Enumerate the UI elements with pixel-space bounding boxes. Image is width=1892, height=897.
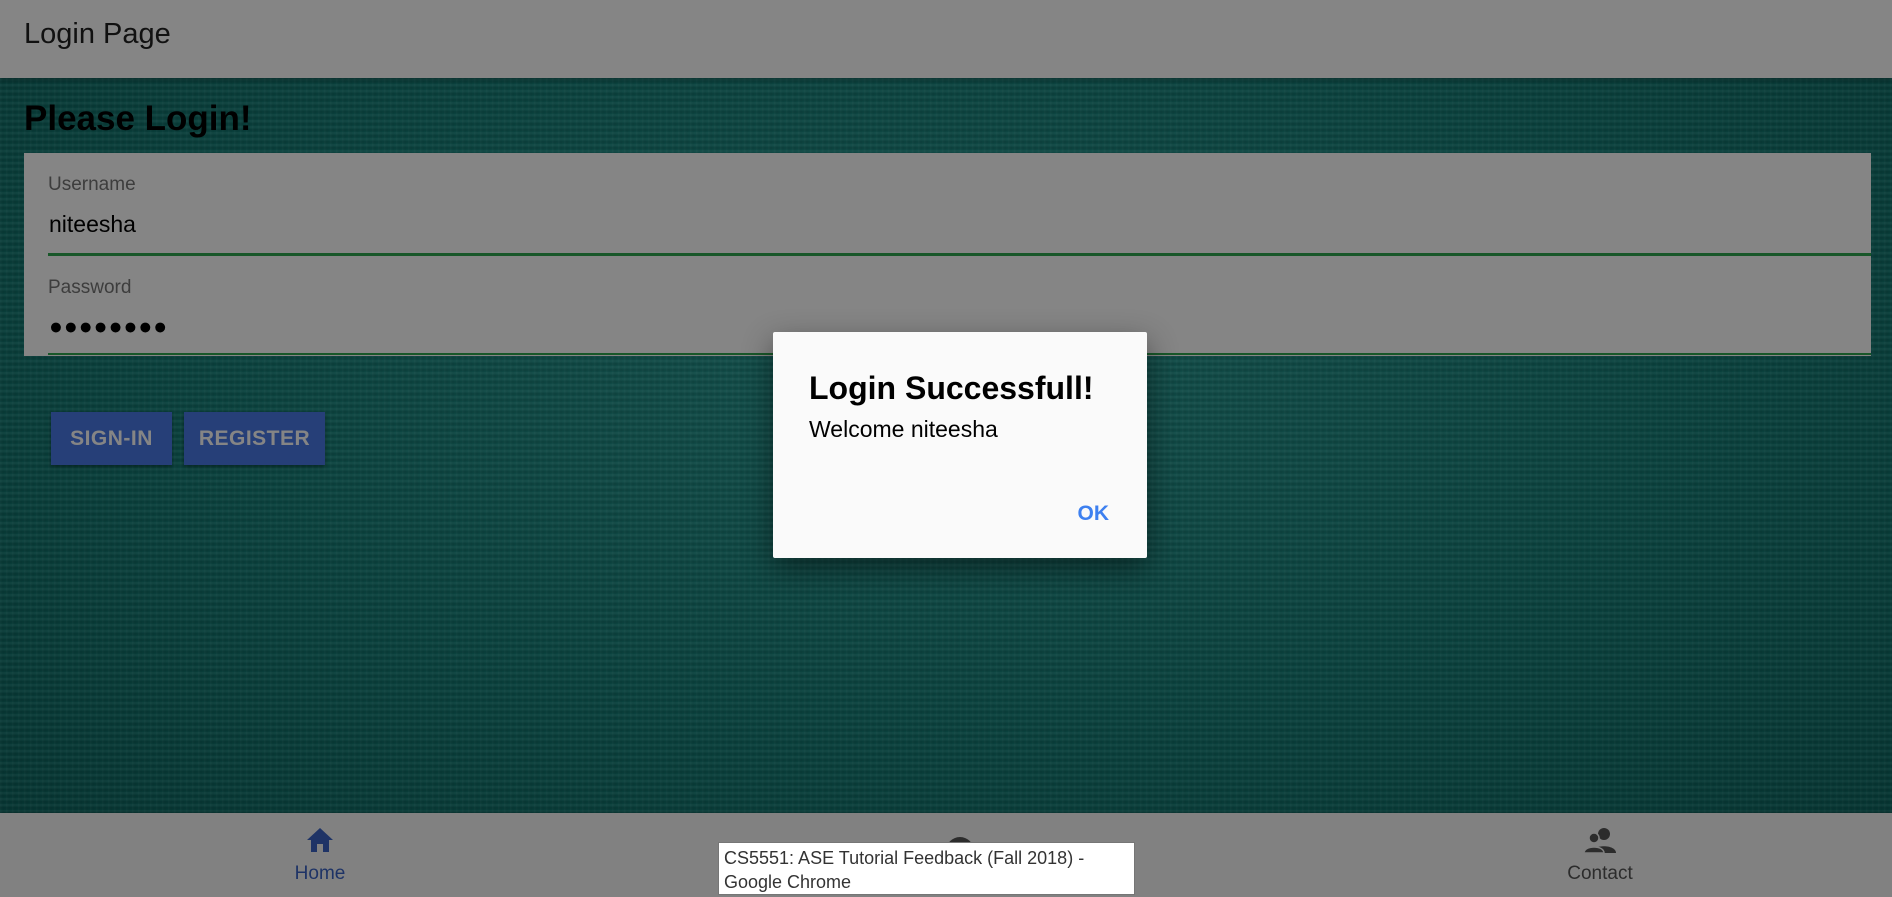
ok-button[interactable]: OK bbox=[1078, 502, 1110, 526]
dialog-message: Welcome niteesha bbox=[809, 416, 998, 442]
app-page: Login Page Please Login! Username nitees… bbox=[0, 0, 1892, 897]
login-success-dialog: Login Successfull! Welcome niteesha OK bbox=[773, 332, 1147, 558]
dialog-title: Login Successfull! bbox=[809, 370, 1094, 406]
window-tooltip: CS5551: ASE Tutorial Feedback (Fall 2018… bbox=[718, 842, 1135, 895]
